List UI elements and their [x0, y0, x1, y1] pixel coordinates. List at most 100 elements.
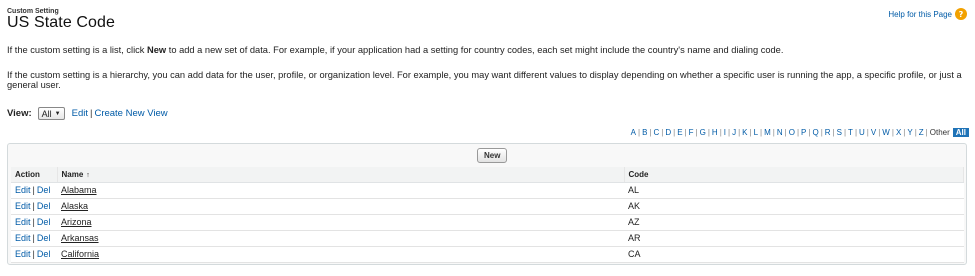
alphabet-separator: |: [878, 128, 881, 137]
view-select-value[interactable]: All: [42, 109, 52, 119]
alphabet-separator: |: [808, 128, 811, 137]
alphabet-letter-z[interactable]: Z: [919, 128, 924, 137]
sort-ascending-icon[interactable]: ↑: [86, 172, 90, 179]
alphabet-separator: |: [784, 128, 787, 137]
alphabet-letter-m[interactable]: M: [764, 128, 771, 137]
table-row: Edit | Del Arkansas AR: [11, 230, 964, 247]
alphabet-letter-i[interactable]: I: [724, 128, 726, 137]
page-header: Custom Setting US State Code: [7, 8, 115, 32]
view-label: View:: [7, 108, 32, 119]
alphabet-letter-all[interactable]: All: [952, 128, 969, 137]
new-button[interactable]: New: [477, 148, 508, 163]
alphabet-separator: |: [820, 128, 823, 137]
row-name-cell: California: [57, 246, 624, 263]
list-container: New Action Name ↑ Code Edit | Del Alabama AL E…: [7, 143, 967, 265]
table-row: Edit | Del Arizona AZ: [11, 214, 964, 231]
page-title: US State Code: [7, 14, 116, 31]
row-name-cell: Alaska: [57, 198, 624, 215]
alphabet-letter-p[interactable]: P: [801, 128, 806, 137]
alphabet-filter: A | B | C | D | E | F | G | H | I | J | K | L | M | N | O | P | Q | R | S | T |…: [631, 128, 969, 137]
help-icon[interactable]: ?: [955, 8, 967, 20]
alphabet-separator: |: [760, 128, 763, 137]
table-row: Edit | Del California CA: [11, 246, 964, 263]
new-keyword: New: [147, 45, 167, 55]
alphabet-separator: |: [854, 128, 858, 137]
delete-row-link[interactable]: Del: [37, 249, 51, 259]
alphabet-separator: |: [843, 128, 847, 137]
alphabet-separator: |: [866, 128, 869, 137]
row-actions: Edit | Del: [11, 214, 57, 231]
row-actions: Edit | Del: [11, 198, 57, 215]
alphabet-separator: |: [914, 128, 917, 137]
record-name-link[interactable]: California: [61, 249, 99, 259]
record-name-link[interactable]: Alabama: [61, 185, 97, 195]
alphabet-letter-o[interactable]: O: [789, 128, 795, 137]
record-name-link[interactable]: Arkansas: [61, 233, 99, 243]
alphabet-separator: |: [707, 128, 710, 137]
edit-row-link[interactable]: Edit: [15, 201, 31, 211]
alphabet-letter-s[interactable]: S: [837, 128, 842, 137]
column-header-name[interactable]: Name ↑: [57, 167, 625, 183]
alphabet-letter-a[interactable]: A: [631, 128, 636, 137]
column-header-code[interactable]: Code: [624, 167, 964, 183]
action-separator: |: [32, 201, 35, 211]
row-code-cell: AL: [624, 182, 964, 199]
help-link[interactable]: Help for this Page ?: [888, 8, 967, 20]
delete-row-link[interactable]: Del: [37, 217, 51, 227]
alphabet-separator: |: [796, 128, 800, 137]
alphabet-letter-h[interactable]: H: [712, 128, 718, 137]
row-actions: Edit | Del: [11, 182, 57, 199]
alphabet-separator: |: [719, 128, 722, 137]
action-separator: |: [32, 233, 35, 243]
edit-row-link[interactable]: Edit: [15, 217, 31, 227]
delete-row-link[interactable]: Del: [37, 233, 51, 243]
alphabet-separator: |: [925, 128, 928, 137]
alphabet-letter-n[interactable]: N: [777, 128, 783, 137]
alphabet-separator: |: [738, 128, 741, 137]
alphabet-letter-j[interactable]: J: [732, 128, 736, 137]
delete-row-link[interactable]: Del: [37, 201, 51, 211]
edit-row-link[interactable]: Edit: [15, 185, 31, 195]
alphabet-letter-g[interactable]: G: [700, 128, 706, 137]
row-name-cell: Alabama: [57, 182, 624, 199]
alphabet-letter-b[interactable]: B: [642, 128, 647, 137]
edit-row-link[interactable]: Edit: [15, 233, 31, 243]
alphabet-letter-d[interactable]: D: [665, 128, 671, 137]
view-select[interactable]: All ▼: [37, 107, 65, 120]
row-code-cell: AK: [624, 198, 964, 215]
row-actions: Edit | Del: [11, 246, 57, 263]
table-header-row: Action Name ↑ Code: [11, 167, 964, 183]
edit-view-link[interactable]: Edit: [72, 108, 88, 119]
edit-row-link[interactable]: Edit: [15, 249, 31, 259]
create-new-view-link[interactable]: Create New View: [94, 108, 167, 119]
alphabet-letter-t[interactable]: T: [848, 128, 853, 137]
column-header-action: Action: [11, 167, 58, 183]
alphabet-letter-k[interactable]: K: [742, 128, 747, 137]
record-name-link[interactable]: Arizona: [61, 217, 92, 227]
alphabet-letter-v[interactable]: V: [871, 128, 876, 137]
alphabet-separator: |: [649, 128, 652, 137]
alphabet-separator: |: [749, 128, 752, 137]
action-separator: |: [32, 185, 35, 195]
alphabet-letter-u[interactable]: U: [859, 128, 865, 137]
alphabet-letter-c[interactable]: C: [653, 128, 659, 137]
record-name-link[interactable]: Alaska: [61, 201, 88, 211]
alphabet-separator: |: [891, 128, 894, 137]
view-selector-row: View: All ▼ Edit | Create New View: [7, 107, 168, 120]
alphabet-letter-other[interactable]: Other: [930, 128, 950, 137]
dropdown-caret-icon[interactable]: ▼: [55, 111, 61, 117]
alphabet-separator: |: [832, 128, 835, 137]
alphabet-letter-x[interactable]: X: [896, 128, 901, 137]
alphabet-letter-r[interactable]: R: [825, 128, 831, 137]
delete-row-link[interactable]: Del: [37, 185, 51, 195]
alphabet-letter-l[interactable]: L: [754, 128, 758, 137]
help-link-label[interactable]: Help for this Page: [888, 10, 952, 19]
alphabet-letter-f[interactable]: F: [689, 128, 694, 137]
alphabet-letter-w[interactable]: W: [882, 128, 890, 137]
alphabet-letter-q[interactable]: Q: [812, 128, 818, 137]
alphabet-separator: |: [903, 128, 906, 137]
alphabet-letter-e[interactable]: E: [677, 128, 682, 137]
alphabet-separator: |: [772, 128, 775, 137]
alphabet-letter-y[interactable]: Y: [907, 128, 912, 137]
alphabet-separator: |: [684, 128, 687, 137]
